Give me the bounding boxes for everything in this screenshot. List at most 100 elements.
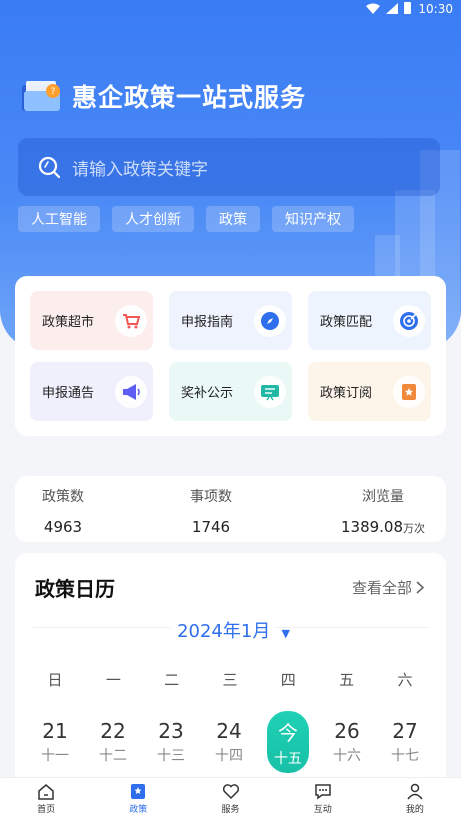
search-input[interactable]: 请输入政策关键字	[72, 155, 208, 180]
compass-icon	[254, 305, 286, 337]
calendar-day[interactable]: 21 十一	[35, 719, 75, 773]
megaphone-icon	[115, 376, 147, 408]
home-icon	[38, 784, 54, 800]
tag-chip[interactable]: 知识产权	[272, 206, 354, 232]
service-label: 政策超市	[42, 315, 95, 330]
weekday-row: 日 一 二 三 四 五 六	[35, 669, 425, 690]
tab-label: 服务	[221, 805, 240, 815]
tag-chip[interactable]: 人才创新	[112, 206, 194, 232]
stat-item-count: 事项数 1746	[183, 486, 239, 536]
service-subsidy-publicity[interactable]: 奖补公示	[169, 362, 292, 421]
calendar-day[interactable]: 24 十四	[209, 719, 249, 773]
stat-view-count: 浏览量 1389.08万次	[333, 486, 433, 536]
view-all-link[interactable]: 查看全部	[352, 577, 424, 598]
stat-value: 4963	[43, 518, 83, 536]
hot-tags: 人工智能 人才创新 政策 知识产权	[18, 206, 354, 232]
tag-chip[interactable]: 人工智能	[18, 206, 100, 232]
day-number: 22	[100, 719, 126, 743]
month-label: 2024年1月	[171, 621, 277, 642]
service-label: 政策匹配	[320, 315, 373, 330]
bottom-tab-bar: 首页 政策 服务 互动 我的	[0, 777, 461, 819]
day-number: 23	[158, 719, 184, 743]
day-number: 26	[334, 719, 360, 743]
day-number: 24	[216, 719, 242, 743]
policy-icon	[131, 784, 146, 799]
target-icon	[393, 305, 425, 337]
lunar-date: 十五	[274, 751, 302, 767]
lunar-date: 十二	[99, 748, 127, 764]
page-title: 惠企政策一站式服务	[72, 83, 307, 112]
weekday-label: 四	[280, 671, 296, 689]
board-icon	[254, 376, 286, 408]
heart-icon	[222, 784, 239, 800]
service-grid: 政策超市 申报指南 政策匹配 申报通告 奖补公示 政策订阅	[15, 276, 446, 436]
service-policy-market[interactable]: 政策超市	[30, 291, 153, 350]
wifi-icon	[366, 3, 380, 14]
signal-icon	[386, 2, 398, 14]
tab-service[interactable]: 服务	[184, 778, 276, 819]
tab-label: 政策	[129, 805, 148, 815]
service-label: 申报通告	[42, 386, 95, 401]
svg-text:?: ?	[51, 87, 56, 97]
day-number: 今	[278, 721, 298, 745]
service-label: 申报指南	[181, 315, 234, 330]
header: ? 惠企政策一站式服务	[20, 78, 306, 114]
stat-value: 1746	[191, 518, 231, 536]
weekday-label: 日	[47, 671, 63, 689]
service-policy-match[interactable]: 政策匹配	[308, 291, 431, 350]
month-selector[interactable]: 2024年1月 ▼	[15, 617, 446, 643]
service-apply-guide[interactable]: 申报指南	[169, 291, 292, 350]
policy-calendar: 政策日历 查看全部 2024年1月 ▼ 日 一 二 三 四 五 六 21 十一 …	[15, 553, 446, 813]
stat-value: 1389.08	[340, 518, 404, 536]
tab-label: 首页	[37, 805, 56, 815]
tab-policy[interactable]: 政策	[92, 778, 184, 819]
weekday-label: 五	[339, 671, 355, 689]
weekday-label: 三	[222, 671, 238, 689]
calendar-day-today[interactable]: 今 十五	[267, 711, 309, 773]
stat-label: 政策数	[42, 489, 84, 505]
user-icon	[407, 783, 423, 800]
calendar-day[interactable]: 23 十三	[151, 719, 191, 773]
chevron-right-icon	[416, 581, 424, 594]
status-bar: 10:30	[0, 0, 461, 20]
tag-chip[interactable]: 政策	[206, 206, 260, 232]
cart-icon	[115, 305, 147, 337]
service-label: 奖补公示	[181, 386, 234, 401]
bookmark-icon	[393, 376, 425, 408]
service-policy-subscribe[interactable]: 政策订阅	[308, 362, 431, 421]
tab-home[interactable]: 首页	[0, 778, 92, 819]
status-time: 10:30	[418, 2, 453, 16]
stat-unit: 万次	[403, 522, 426, 535]
service-label: 政策订阅	[320, 386, 373, 401]
weekday-label: 一	[105, 671, 121, 689]
tab-label: 互动	[313, 805, 332, 815]
lunar-date: 十一	[41, 748, 69, 764]
tab-label: 我的	[405, 805, 424, 815]
chat-icon	[314, 784, 331, 800]
stats-panel: 政策数 4963 事项数 1746 浏览量 1389.08万次	[15, 476, 446, 542]
day-number: 21	[42, 719, 68, 743]
lunar-date: 十三	[157, 748, 185, 764]
folder-badge-icon: ?	[22, 81, 60, 111]
battery-icon	[404, 2, 411, 14]
weekday-label: 六	[397, 671, 413, 689]
lunar-date: 十四	[215, 748, 243, 764]
calendar-day[interactable]: 22 十二	[93, 719, 133, 773]
day-row: 21 十一 22 十二 23 十三 24 十四 今 十五 26 十六 27 十七	[35, 711, 425, 773]
view-all-label: 查看全部	[351, 579, 412, 597]
day-number: 27	[392, 719, 418, 743]
stat-policy-count: 政策数 4963	[35, 486, 91, 536]
service-apply-notice[interactable]: 申报通告	[30, 362, 153, 421]
calendar-day[interactable]: 26 十六	[327, 719, 367, 773]
stat-label: 浏览量	[362, 489, 404, 505]
calendar-title: 政策日历	[35, 577, 115, 601]
lunar-date: 十七	[391, 748, 419, 764]
stat-label: 事项数	[190, 489, 232, 505]
tab-mine[interactable]: 我的	[369, 778, 461, 819]
search-bar[interactable]: 请输入政策关键字	[18, 138, 440, 196]
lunar-date: 十六	[333, 748, 361, 764]
caret-down-icon: ▼	[281, 627, 290, 640]
search-icon	[38, 156, 60, 178]
calendar-day[interactable]: 27 十七	[385, 719, 425, 773]
tab-interact[interactable]: 互动	[277, 778, 369, 819]
